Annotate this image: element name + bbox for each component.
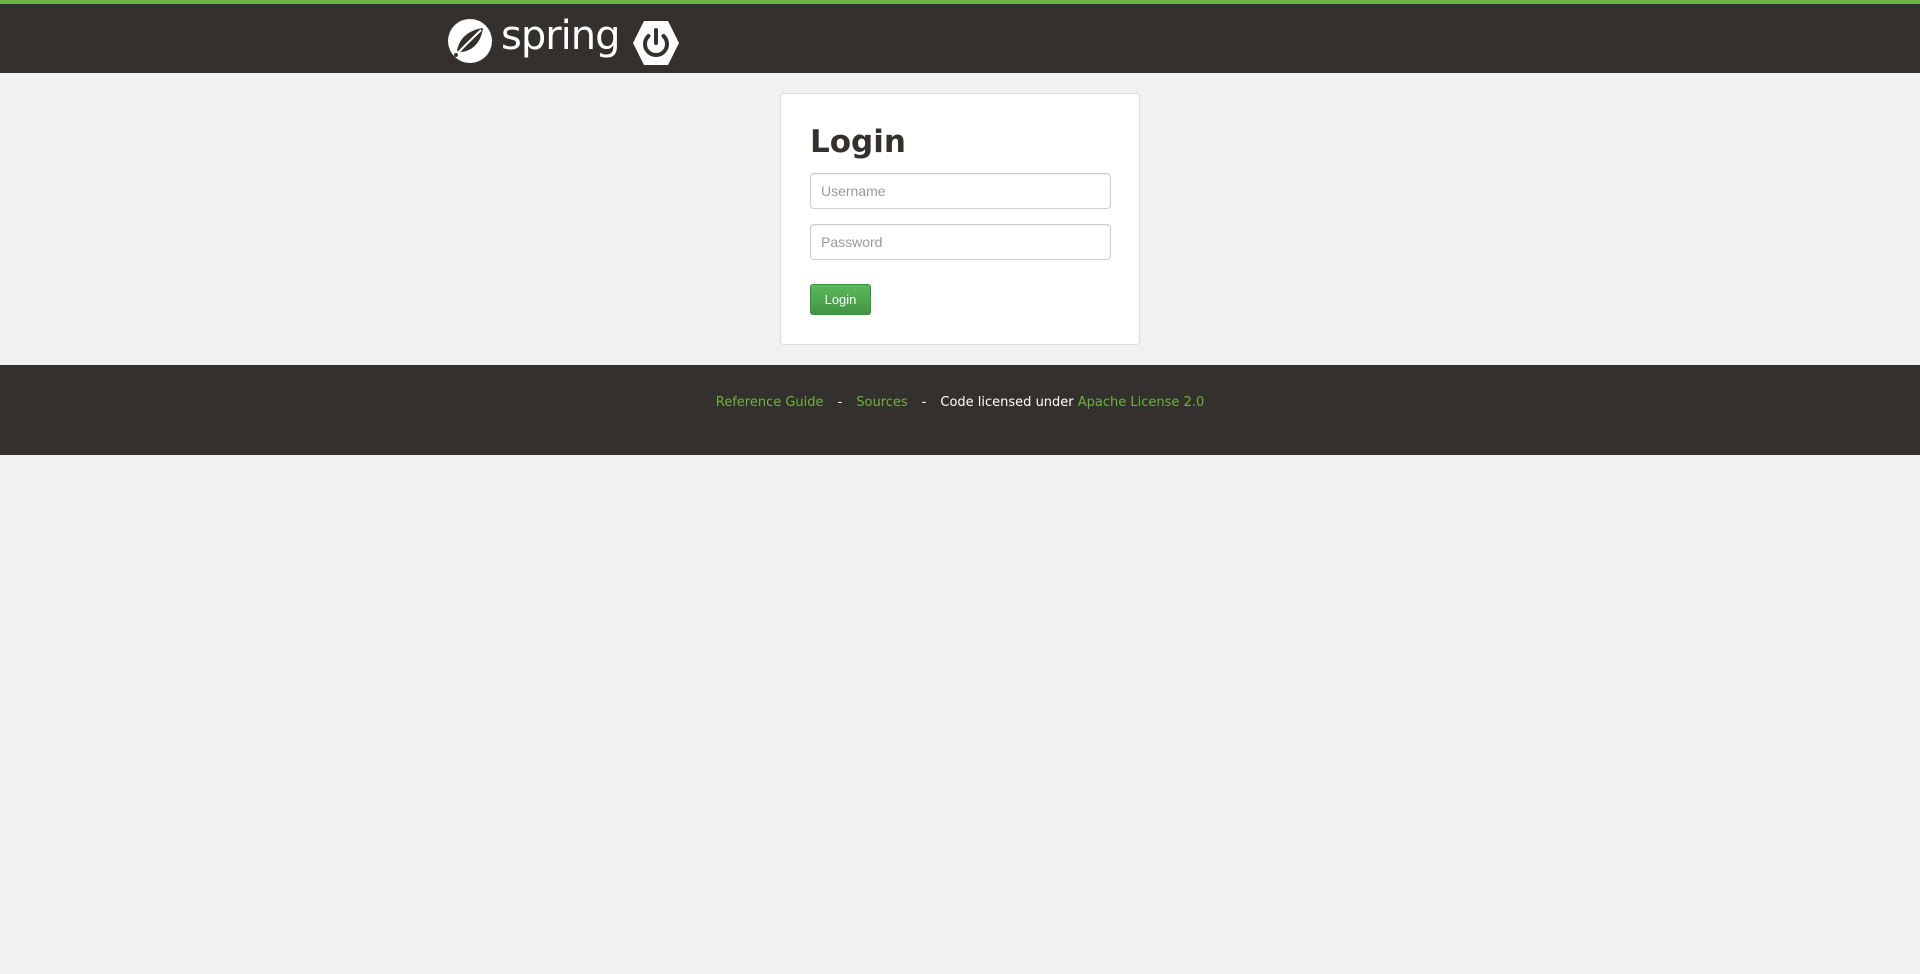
reference-guide-link[interactable]: Reference Guide xyxy=(716,395,824,410)
top-navbar: spring xyxy=(0,0,1920,73)
footer-separator: - xyxy=(921,395,927,410)
spring-leaf-icon xyxy=(448,19,492,63)
footer-separator: - xyxy=(837,395,843,410)
apache-license-link[interactable]: Apache License 2.0 xyxy=(1078,395,1204,410)
password-input[interactable] xyxy=(810,224,1111,260)
username-input[interactable] xyxy=(810,173,1111,209)
login-button[interactable]: Login xyxy=(810,284,871,315)
spring-logo[interactable]: spring xyxy=(447,13,621,64)
brand-text: spring xyxy=(501,13,621,59)
license-prefix-text: Code licensed under xyxy=(940,395,1074,410)
spring-boot-power-icon xyxy=(633,21,679,65)
footer: Reference Guide - Sources - Code licensed un… xyxy=(0,365,1920,455)
login-card: Login Login xyxy=(780,93,1140,345)
footer-links: Reference Guide - Sources - Code licensed un… xyxy=(0,395,1920,410)
sources-link[interactable]: Sources xyxy=(856,395,907,410)
login-title: Login xyxy=(810,124,906,160)
